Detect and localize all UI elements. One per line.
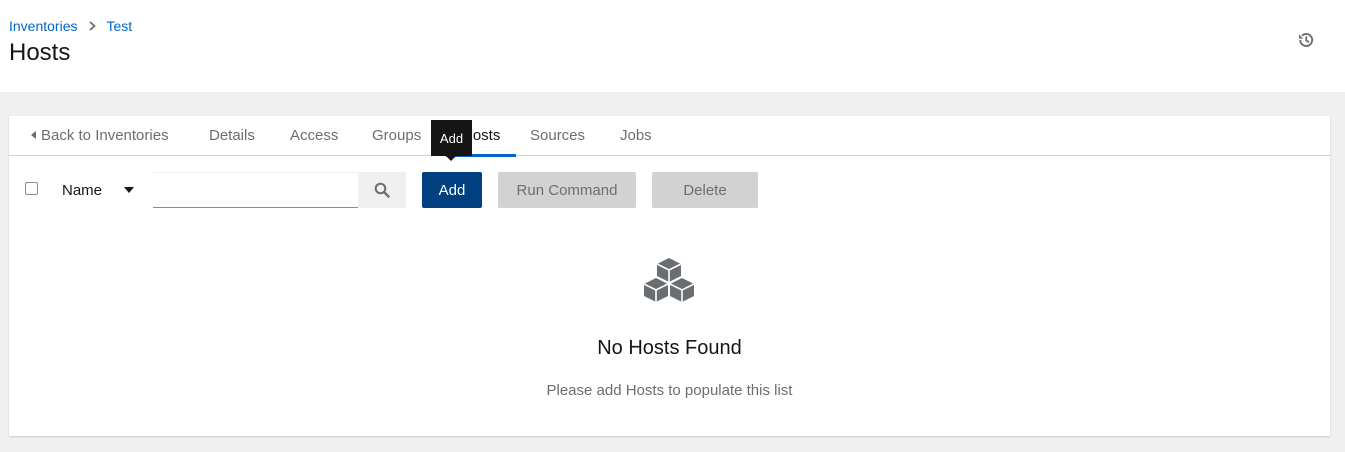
search-button[interactable]	[358, 172, 406, 208]
breadcrumb: Inventories Test	[9, 17, 132, 35]
add-button[interactable]: Add	[422, 172, 482, 208]
tab-bar: Back to Inventories Details Access Group…	[9, 116, 1330, 161]
hosts-card: Back to Inventories Details Access Group…	[9, 116, 1330, 436]
caret-left-icon	[31, 131, 36, 139]
filter-key-dropdown[interactable]: Name	[53, 172, 145, 208]
empty-state-body: Please add Hosts to populate this list	[546, 382, 793, 399]
search-input[interactable]	[153, 172, 358, 208]
history-icon	[1299, 33, 1314, 47]
delete-button[interactable]: Delete	[652, 172, 758, 208]
empty-state-title: No Hosts Found	[597, 337, 742, 359]
page-title: Hosts	[9, 39, 71, 66]
tab-access[interactable]: Access	[290, 116, 338, 156]
page-header: Inventories Test Hosts	[0, 0, 1345, 92]
activity-history-button[interactable]	[1294, 28, 1318, 52]
tab-sources[interactable]: Sources	[530, 116, 585, 156]
caret-down-icon	[124, 187, 134, 193]
run-command-button[interactable]: Run Command	[498, 172, 636, 208]
tab-back-to-inventories[interactable]: Back to Inventories	[31, 116, 169, 156]
add-tooltip: Add	[431, 120, 472, 161]
tab-jobs[interactable]: Jobs	[620, 116, 652, 156]
breadcrumb-test-link[interactable]: Test	[106, 18, 132, 34]
toolbar: Name Add Run Command Delete	[9, 172, 1330, 208]
cubes-icon	[643, 258, 695, 302]
tab-groups[interactable]: Groups	[372, 116, 421, 156]
search-icon	[374, 182, 390, 198]
filter-key-label: Name	[62, 181, 103, 199]
tab-details[interactable]: Details	[209, 116, 255, 156]
tab-label: Back to Inventories	[41, 127, 169, 144]
chevron-right-icon	[89, 21, 97, 31]
breadcrumb-inventories-link[interactable]: Inventories	[9, 18, 77, 34]
select-all-checkbox[interactable]	[25, 182, 38, 195]
